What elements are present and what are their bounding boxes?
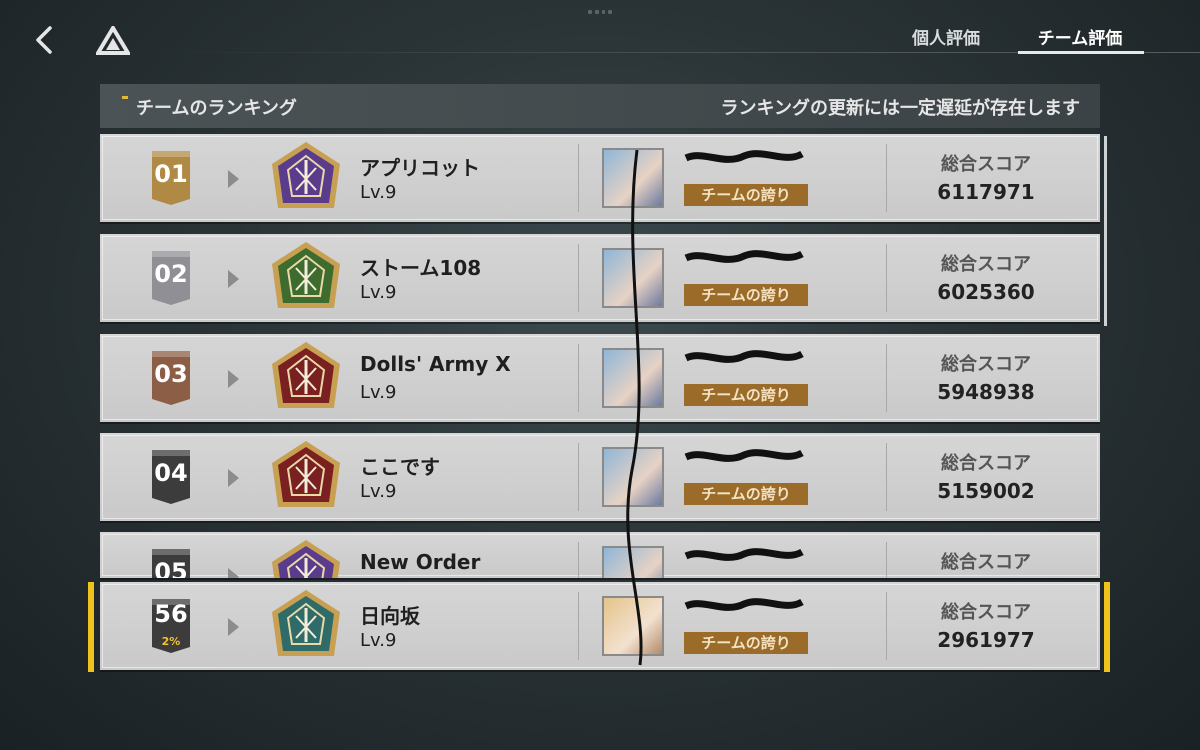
tab-personal-rating[interactable]: 個人評価 [912,24,980,50]
tab-team-rating[interactable]: チーム評価 [1018,24,1142,50]
my-team-row[interactable]: 56 2% 日向坂 Lv.9 チームの誇り 総合スコア 2961977 [100,582,1100,670]
drag-handle [588,10,612,14]
rank-number: 01 [154,160,188,188]
team-emblem-icon [272,142,340,208]
team-pride-badge: チームの誇り [684,632,808,654]
total-score-label: 総合スコア [941,254,1031,275]
redacted-leader-name [684,350,804,363]
team-pride-badge: チームの誇り [684,284,808,306]
total-score-label: 総合スコア [941,602,1031,623]
team-emblem-icon [272,540,340,578]
total-score-label: 総合スコア [941,154,1031,175]
total-score-label: 総合スコア [941,453,1031,474]
redacted-leader-name [684,548,804,561]
team-emblem-icon [272,441,340,507]
column-divider [578,344,579,412]
leader-avatar[interactable] [602,148,664,208]
team-emblem-icon [272,242,340,308]
team-pride-badge: チームの誇り [684,384,808,406]
total-score-value: 6117971 [937,180,1035,204]
row-border [102,236,1098,320]
leader-avatar[interactable] [602,546,664,578]
ranking-row[interactable]: 05 New Order 総合スコア [100,532,1100,578]
team-pride-badge: チームの誇り [684,483,808,505]
expand-arrow-icon[interactable] [228,270,239,288]
team-pride-badge: チームの誇り [684,184,808,206]
column-divider [578,542,579,578]
total-score-label: 総合スコア [941,354,1031,375]
ranking-row[interactable]: 04 ここです Lv.9 チームの誇り 総合スコア 5159002 [100,433,1100,521]
total-score-value: 5159002 [937,479,1035,503]
game-logo-icon[interactable] [96,26,130,56]
column-divider [886,542,887,578]
total-score-value: 2961977 [937,628,1035,652]
expand-arrow-icon[interactable] [228,618,239,636]
column-divider [578,144,579,212]
leader-avatar[interactable] [602,248,664,308]
leader-avatar[interactable] [602,348,664,408]
redacted-leader-name [684,150,804,163]
column-divider [886,592,887,660]
row-border [102,435,1098,519]
team-name: ここです [360,455,440,479]
total-score-value: 6025360 [937,280,1035,304]
team-name: アプリコット [360,156,480,180]
row-border [102,336,1098,420]
ranking-update-note: ランキングの更新には一定遅延が存在します [720,98,1080,119]
column-divider [886,344,887,412]
rank-number: 05 [154,558,188,578]
rank-number: 56 [154,600,188,628]
team-name: Dolls' Army X [360,352,511,376]
expand-arrow-icon[interactable] [228,170,239,188]
column-divider [886,144,887,212]
team-level: Lv.9 [360,481,397,502]
team-name: ストーム108 [360,256,482,280]
ranking-row[interactable]: 02 ストーム108 Lv.9 チームの誇り 総合スコア 6025360 [100,234,1100,322]
ranking-row[interactable]: 03 Dolls' Army X Lv.9 チームの誇り 総合スコア 59489… [100,334,1100,422]
leader-avatar[interactable] [602,596,664,656]
column-divider [886,443,887,511]
expand-arrow-icon[interactable] [228,568,239,578]
team-name: 日向坂 [360,604,420,628]
row-border [102,584,1098,668]
team-name: New Order [360,550,481,574]
top-bar: 個人評価 チーム評価 [0,0,1200,80]
redacted-leader-name [684,598,804,611]
column-divider [578,244,579,312]
back-chevron-icon[interactable] [30,22,60,58]
ranking-title: チームのランキング [136,98,297,119]
team-emblem-icon [272,590,340,656]
row-border [102,136,1098,220]
ranking-header: チームのランキング ランキングの更新には一定遅延が存在します [100,84,1100,128]
leader-avatar[interactable] [602,447,664,507]
my-team-highlight-left [88,582,94,672]
expand-arrow-icon[interactable] [228,370,239,388]
column-divider [578,443,579,511]
expand-arrow-icon[interactable] [228,469,239,487]
my-team-highlight-right [1104,582,1110,672]
scrollbar[interactable] [1104,136,1107,326]
column-divider [578,592,579,660]
rank-number: 02 [154,260,188,288]
column-divider [886,244,887,312]
redacted-leader-name [684,250,804,263]
team-emblem-icon [272,342,340,408]
rank-number: 03 [154,360,188,388]
redacted-leader-name [684,449,804,462]
team-level: Lv.9 [360,382,397,403]
rank-percent: 2% [161,635,181,648]
ranking-row[interactable]: 01 アプリコット Lv.9 チームの誇り 総合スコア 6117971 [100,134,1100,222]
total-score-label: 総合スコア [941,552,1031,573]
total-score-value: 5948938 [937,380,1035,404]
team-level: Lv.9 [360,630,397,651]
active-tab-indicator [1018,51,1144,54]
team-level: Lv.9 [360,282,397,303]
header-marker [122,96,128,99]
team-level: Lv.9 [360,182,397,203]
rank-number: 04 [154,459,188,487]
